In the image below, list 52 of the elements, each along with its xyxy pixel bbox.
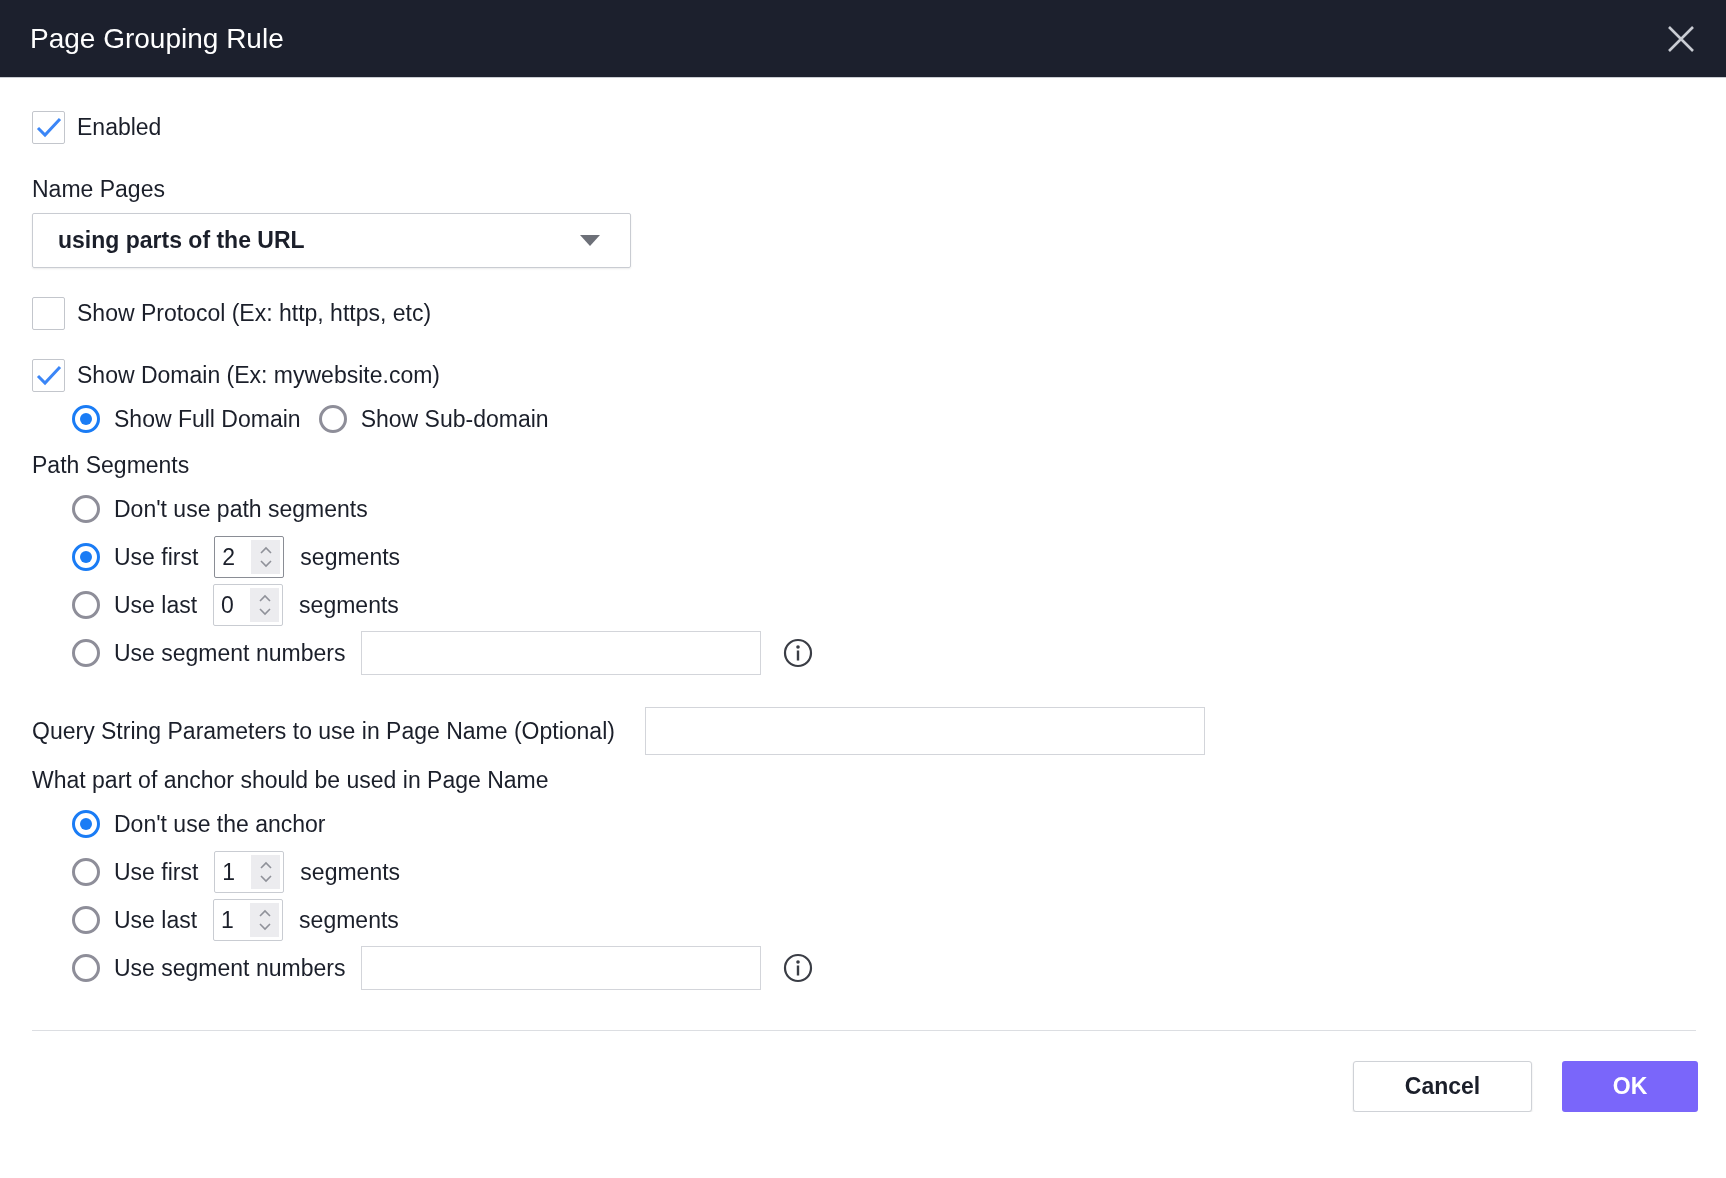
radio-button[interactable] (72, 639, 100, 667)
option-label: Don't use the anchor (114, 810, 326, 838)
cancel-button[interactable]: Cancel (1353, 1061, 1532, 1112)
radio-button[interactable] (72, 591, 100, 619)
radio-button[interactable] (318, 405, 347, 433)
option-label: Show Full Domain (114, 405, 301, 433)
radio-button[interactable] (72, 810, 100, 838)
checkbox[interactable] (32, 358, 65, 392)
ok-button[interactable]: OK (1562, 1061, 1698, 1112)
radio-button[interactable] (72, 543, 100, 571)
option-label: Don't use path segments (114, 495, 368, 523)
number-stepper[interactable]: 0 (213, 584, 284, 626)
number-stepper[interactable]: 2 (214, 536, 285, 578)
number-stepper[interactable]: 1 (214, 851, 285, 893)
section-label: What part of anchor should be used in Page Name (32, 767, 550, 794)
radio-button[interactable] (72, 405, 100, 433)
option-label: Use segment numbers (114, 954, 346, 982)
option-label: Use segment numbers (114, 639, 346, 667)
number-stepper[interactable]: 1 (213, 899, 284, 941)
stepper-arrows-icon[interactable] (258, 544, 273, 570)
checkbox-label: Show Protocol (Ex: http, https, etc) (77, 299, 432, 327)
option-label: Use first (114, 858, 199, 886)
radio-button[interactable] (72, 495, 100, 523)
stepper-arrows-icon[interactable] (258, 859, 273, 885)
field-label: Query String Parameters to use in Page Name (Optional) (32, 717, 615, 745)
stepper-arrows-icon[interactable] (257, 592, 272, 618)
option-suffix: segments (299, 591, 399, 619)
section-label: Path Segments (32, 452, 191, 479)
stepper-arrows-icon[interactable] (257, 907, 272, 933)
checkbox[interactable] (32, 296, 65, 330)
option-label: Show Sub-domain (360, 405, 549, 433)
query-string-field[interactable] (644, 707, 1205, 755)
radio-button[interactable] (72, 954, 100, 982)
option-label: Use last (114, 591, 198, 619)
dropdown[interactable]: using parts of the URL (32, 213, 631, 268)
checkbox[interactable] (32, 110, 65, 144)
segment-numbers-field[interactable] (361, 946, 762, 990)
info-icon[interactable] (783, 953, 814, 983)
option-suffix: segments (300, 858, 401, 886)
field-label: Name Pages (32, 176, 166, 203)
dialog-title: Page Grouping Rule (30, 22, 284, 55)
option-label: Use first (114, 543, 199, 571)
radio-button[interactable] (72, 906, 100, 934)
segment-numbers-field[interactable] (361, 631, 762, 675)
checkbox-label: Enabled (77, 113, 162, 141)
option-label: Use last (114, 906, 198, 934)
caret-icon (580, 235, 600, 246)
checkbox-label: Show Domain (Ex: mywebsite.com) (77, 361, 440, 389)
info-icon[interactable] (783, 638, 814, 668)
radio-button[interactable] (72, 858, 100, 886)
option-suffix: segments (300, 543, 401, 571)
option-suffix: segments (299, 906, 399, 934)
